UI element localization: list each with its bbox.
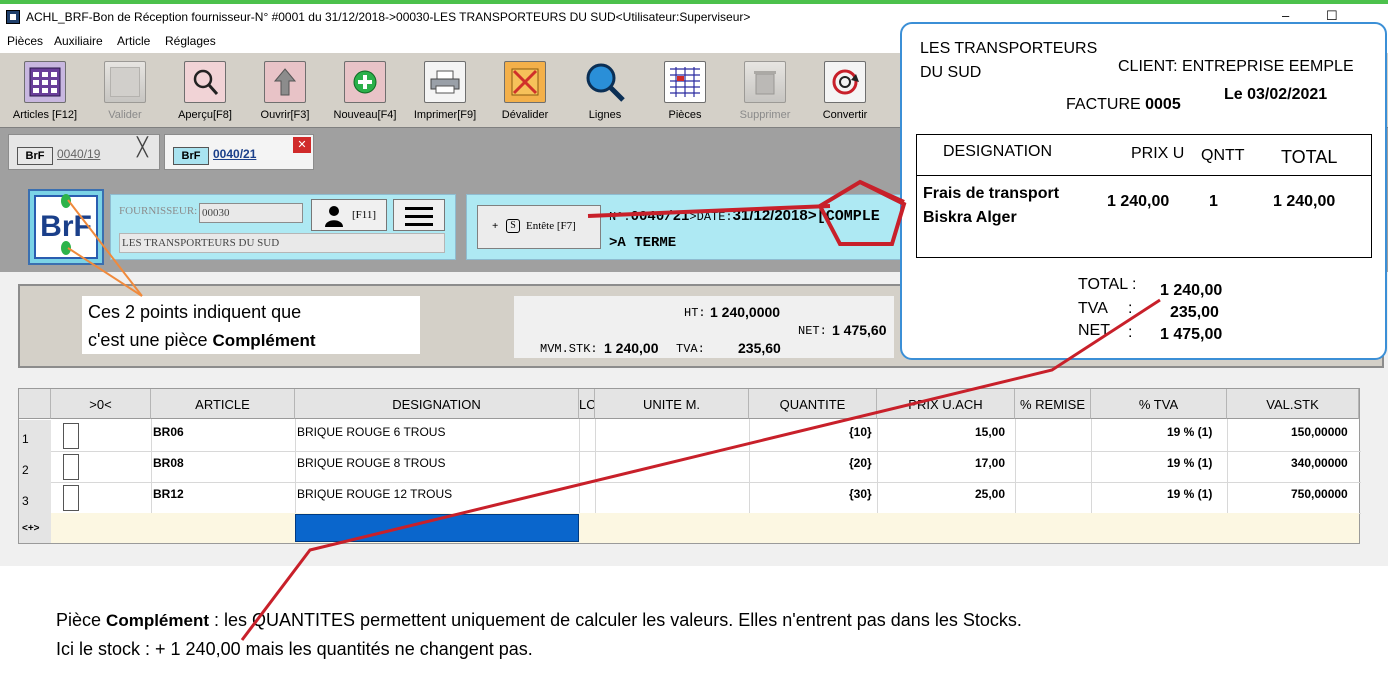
articles-button[interactable]: Articles [F12]: [6, 57, 84, 127]
invoice-date: Le 03/02/2021: [1224, 86, 1328, 103]
menu-icon: [405, 207, 433, 226]
invoice-client: CLIENT: ENTREPRISE EEMPLE: [1118, 58, 1354, 75]
row-checkbox[interactable]: [63, 454, 79, 480]
header-number-date: N°:0040/21>DATE:31/12/2018>[COMPLE: [609, 207, 880, 225]
menu-auxiliaire[interactable]: Auxiliaire: [54, 34, 103, 48]
entete-button[interactable]: + S Entête [F7]: [477, 205, 601, 249]
valider-button[interactable]: Valider: [86, 57, 164, 127]
close-icon[interactable]: ╳: [137, 137, 148, 158]
pieces-button[interactable]: Pièces: [646, 57, 724, 127]
selected-designation-cell[interactable]: [295, 514, 579, 542]
col-header-valstk[interactable]: VAL.STK: [1227, 389, 1359, 419]
nouveau-button[interactable]: Nouveau[F4]: [326, 57, 404, 127]
invoice-table: DESIGNATION PRIX U QNTT TOTAL Frais de t…: [916, 134, 1372, 258]
new-icon: [344, 61, 386, 103]
close-icon[interactable]: ✕: [293, 137, 311, 153]
preview-icon: [184, 61, 226, 103]
new-row-indicator: <+>: [19, 513, 51, 543]
col-header-quantite[interactable]: QUANTITE: [749, 389, 877, 419]
total-mvm-stk: 1 240,00: [604, 340, 659, 356]
tab-0040-21[interactable]: BrF 0040/21 ✕: [164, 134, 314, 170]
menu-pieces[interactable]: Pièces: [7, 34, 43, 48]
complement-dot-top: [61, 194, 71, 208]
col-header-prix[interactable]: PRIX U.ACH: [877, 389, 1015, 419]
imprimer-button[interactable]: Imprimer[F9]: [406, 57, 484, 127]
col-header-remise[interactable]: % REMISE: [1015, 389, 1091, 419]
lignes-button[interactable]: Lignes: [566, 57, 644, 127]
tab-0040-19[interactable]: BrF 0040/19 ╳: [8, 134, 160, 170]
col-header-designation[interactable]: DESIGNATION: [295, 389, 579, 419]
devalider-button[interactable]: Dévalider: [486, 57, 564, 127]
invoice-preview: LES TRANSPORTEURS DU SUD CLIENT: ENTREPR…: [900, 22, 1387, 360]
hamburger-menu-button[interactable]: [393, 199, 445, 231]
supplier-name-field[interactable]: LES TRANSPORTEURS DU SUD: [119, 233, 445, 253]
supplier-select-button[interactable]: [F11]: [311, 199, 387, 231]
total-ht: 1 240,0000: [710, 304, 781, 320]
complement-dot-bottom: [61, 241, 71, 255]
open-icon: [264, 61, 306, 103]
lines-grid: >0< ARTICLE DESIGNATION LC UNITE M. QUAN…: [18, 388, 1361, 544]
header-panel: + S Entête [F7] N°:0040/21>DATE:31/12/20…: [466, 194, 906, 260]
menu-reglages[interactable]: Réglages: [165, 34, 216, 48]
invoice-tva: 235,00: [1170, 304, 1219, 321]
supprimer-button[interactable]: Supprimer: [726, 57, 804, 127]
invoice-net: 1 475,00: [1160, 326, 1223, 343]
col-header-tva[interactable]: % TVA: [1091, 389, 1227, 419]
invoice-number: FACTURE 0005: [1066, 96, 1181, 113]
pieces-icon: [664, 61, 706, 103]
col-header-lc[interactable]: LC: [579, 389, 595, 419]
window-title: ACHL_BRF-Bon de Réception fournisseur-N°…: [26, 10, 751, 24]
totals-box: HT: 1 240,0000 NET: 1 475,60 MVM.STK: 1 240…: [514, 296, 894, 358]
row-checkbox[interactable]: [63, 485, 79, 511]
ouvrir-button[interactable]: Ouvrir[F3]: [246, 57, 324, 127]
total-net: 1 475,60: [832, 322, 887, 338]
col-header-article[interactable]: ARTICLE: [151, 389, 295, 419]
grid-icon: [24, 61, 66, 103]
brf-badge: BrF: [17, 147, 53, 165]
payment-mode: >A TERME: [609, 235, 677, 251]
bottom-explanation: Pièce Complément : les QUANTITES permett…: [56, 610, 1022, 659]
printer-icon: [424, 61, 466, 103]
new-row[interactable]: [51, 513, 1359, 543]
convert-icon: [824, 61, 866, 103]
row-header-corner: [19, 389, 51, 419]
total-tva: 235,60: [738, 340, 781, 356]
supplier-label: FOURNISSEUR:: [119, 205, 198, 217]
col-header-select[interactable]: >0<: [51, 389, 151, 419]
brf-badge: BrF: [173, 147, 209, 165]
convertir-button[interactable]: Convertir: [806, 57, 884, 127]
complement-note: Ces 2 points indiquent que c'est une piè…: [82, 296, 420, 354]
supplier-panel: FOURNISSEUR: 00030 LES TRANSPORTEURS DU …: [110, 194, 456, 260]
plus-icon: +: [492, 220, 499, 232]
trash-icon: [744, 61, 786, 103]
person-icon: [325, 206, 343, 227]
magnifier-icon: [584, 61, 626, 103]
tab-number: 0040/21: [213, 147, 257, 161]
s-key-icon: S: [506, 219, 520, 233]
app-icon: [6, 10, 20, 24]
supplier-code-field[interactable]: 00030: [199, 203, 303, 223]
row-checkbox[interactable]: [63, 423, 79, 449]
validate-icon: [104, 61, 146, 103]
col-header-unite[interactable]: UNITE M.: [595, 389, 749, 419]
menu-article[interactable]: Article: [117, 34, 150, 48]
apercu-button[interactable]: Aperçu[F8]: [166, 57, 244, 127]
minimize-button[interactable]: –: [1282, 8, 1289, 23]
invoice-total: 1 240,00: [1160, 282, 1223, 299]
unvalidate-icon: [504, 61, 546, 103]
tab-number: 0040/19: [57, 147, 101, 161]
